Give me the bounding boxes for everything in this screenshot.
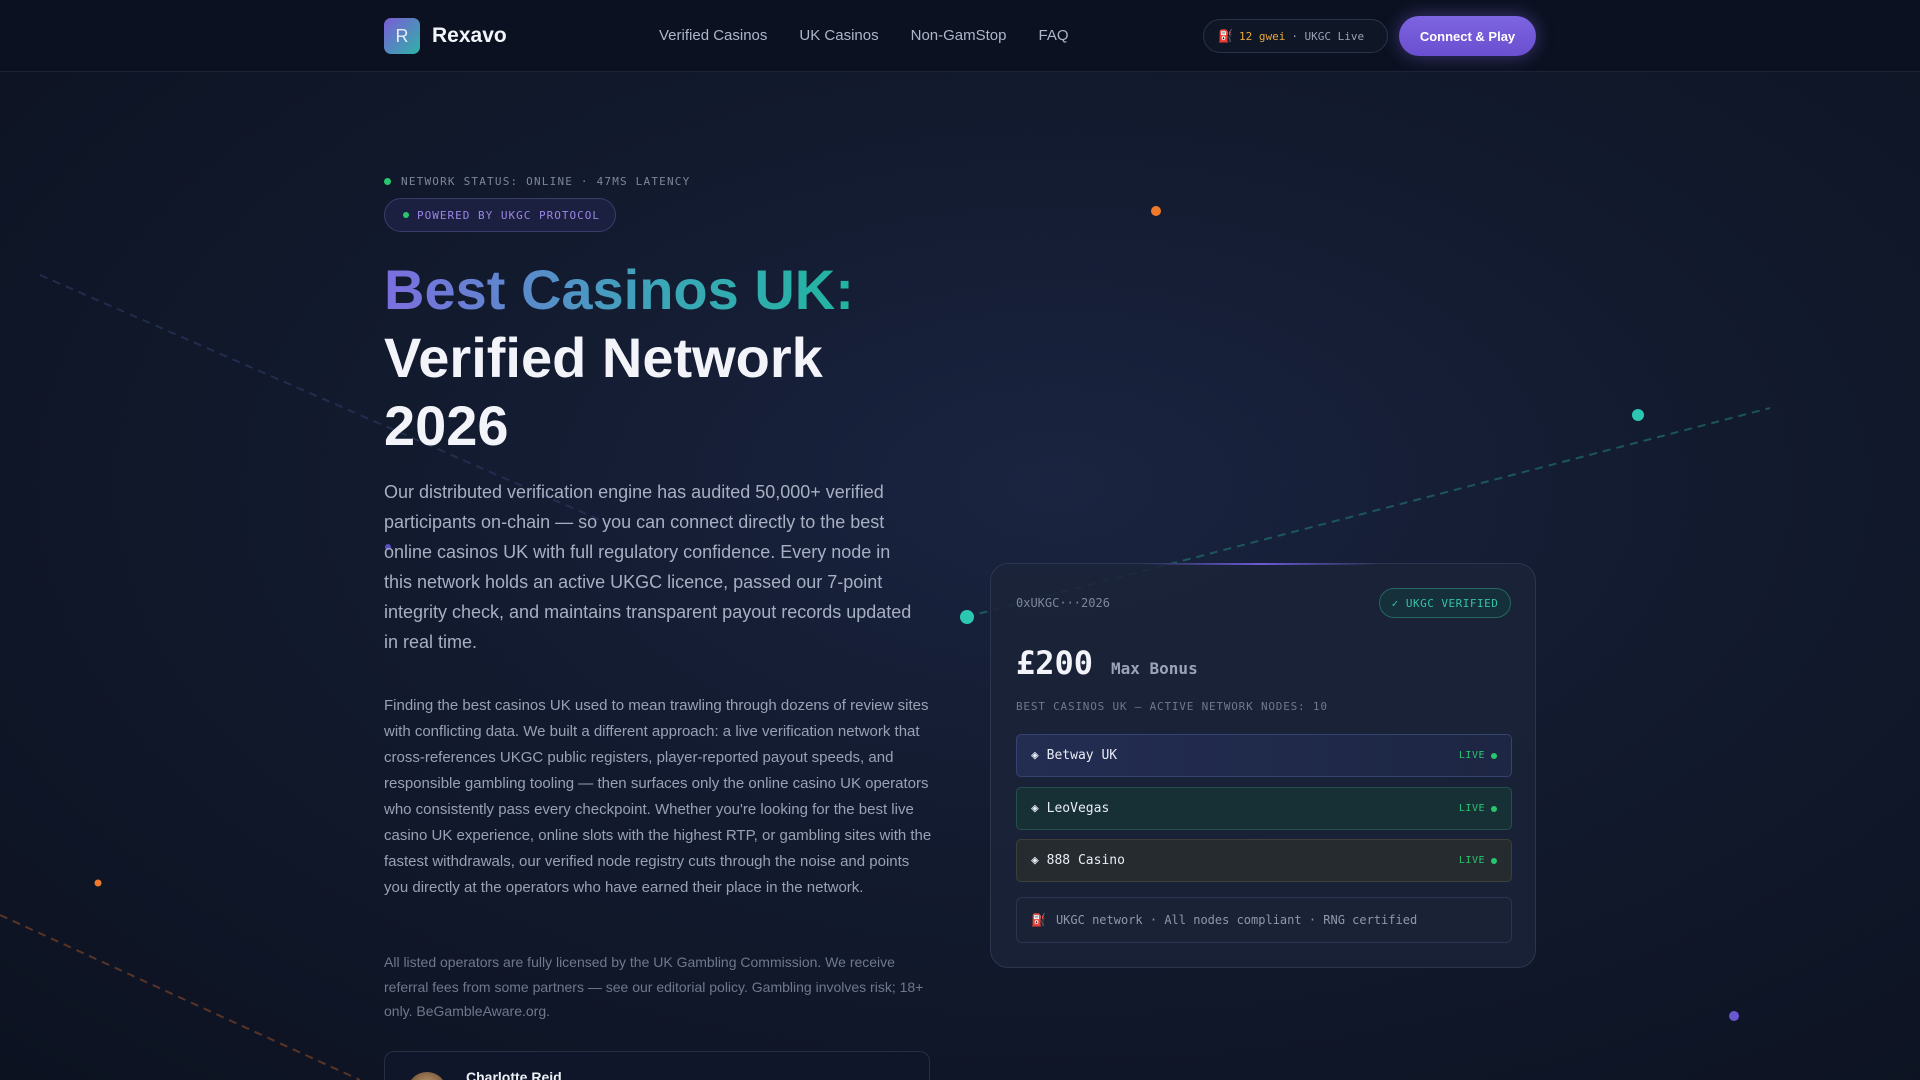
live-status: LIVE [1459, 855, 1497, 866]
fuel-pump-icon: ⛽ [1218, 29, 1233, 43]
network-status: NETWORK STATUS: ONLINE · 47MS LATENCY [384, 175, 690, 188]
gas-suffix: · UKGC Live [1291, 29, 1365, 43]
status-dot-icon [384, 178, 391, 185]
powered-by-badge: POWERED BY UKGC PROTOCOL [384, 198, 616, 232]
compliance-text: UKGC network · All nodes compliant · RNG… [1055, 913, 1418, 927]
live-dot-icon [1491, 857, 1497, 864]
casino-row-888[interactable]: ◈ 888 Casino LIVE [1016, 839, 1512, 882]
fuel-pump-icon: ⛽ [1031, 913, 1046, 927]
live-dot-icon [1491, 805, 1497, 812]
node-dot [1151, 206, 1161, 216]
main-nav: Verified Casinos UK Casinos Non-GamStop … [659, 27, 1069, 44]
connect-play-button[interactable]: Connect & Play [1399, 16, 1536, 56]
logo-mark[interactable]: R [384, 18, 420, 54]
casino-row-leovegas[interactable]: ◈ LeoVegas LIVE [1016, 787, 1512, 830]
live-status: LIVE [1459, 803, 1497, 814]
top-header: R Rexavo Verified Casinos UK Casinos Non… [0, 0, 1920, 72]
casino-name: ◈ LeoVegas [1031, 801, 1110, 816]
background-network-lines [0, 206, 1771, 1080]
nav-uk-casinos[interactable]: UK Casinos [799, 27, 878, 44]
casino-row-betway[interactable]: ◈ Betway UK LIVE [1016, 734, 1512, 777]
casino-name: ◈ Betway UK [1031, 748, 1118, 763]
brand-name[interactable]: Rexavo [432, 24, 507, 48]
max-bonus-amount: £200 [1016, 644, 1094, 682]
ukgc-verified-badge: ✓ UKGC VERIFIED [1379, 588, 1511, 618]
live-dot-icon [1491, 752, 1497, 759]
network-compliance-footer: ⛽ UKGC network · All nodes compliant · R… [1016, 897, 1512, 943]
max-bonus-label: Max Bonus [1111, 659, 1198, 678]
powered-by-text: POWERED BY UKGC PROTOCOL [417, 208, 600, 222]
gas-status-pill: ⛽ 12 gwei · UKGC Live [1203, 19, 1388, 53]
nav-non-gamstop[interactable]: Non-GamStop [911, 27, 1007, 44]
live-status: LIVE [1459, 750, 1497, 761]
licensing-disclaimer: All listed operators are fully licensed … [384, 954, 924, 1019]
nav-faq[interactable]: FAQ [1038, 27, 1068, 44]
hero-title-highlight: Best Casinos UK: [384, 256, 854, 324]
node-dot [1729, 1011, 1739, 1021]
status-dot-icon [403, 212, 409, 218]
network-card: 0xUKGC···2026 ✓ UKGC VERIFIED £200 Max B… [990, 563, 1536, 968]
node-dot [1632, 409, 1644, 421]
hero-title: Verified Network 2026 [384, 326, 823, 457]
node-dot [960, 610, 974, 624]
gas-value: 12 gwei [1238, 29, 1286, 43]
card-hash: 0xUKGC···2026 [1016, 596, 1110, 610]
hero-lead-paragraph: Our distributed verification engine has … [384, 482, 912, 652]
intro-paragraph: Finding the best casinos UK used to mean… [384, 697, 932, 896]
active-nodes-label: BEST CASINOS UK — ACTIVE NETWORK NODES: … [1016, 700, 1328, 713]
author-name[interactable]: Charlotte Reid [466, 1069, 562, 1080]
node-dot [94, 879, 102, 887]
author-card: Charlotte Reid [384, 1051, 930, 1080]
card-accent-line [1141, 563, 1381, 565]
avatar [407, 1072, 447, 1080]
nav-verified-casinos[interactable]: Verified Casinos [659, 27, 767, 44]
network-status-text: NETWORK STATUS: ONLINE · 47MS LATENCY [401, 175, 691, 188]
casino-name: ◈ 888 Casino [1031, 853, 1125, 868]
